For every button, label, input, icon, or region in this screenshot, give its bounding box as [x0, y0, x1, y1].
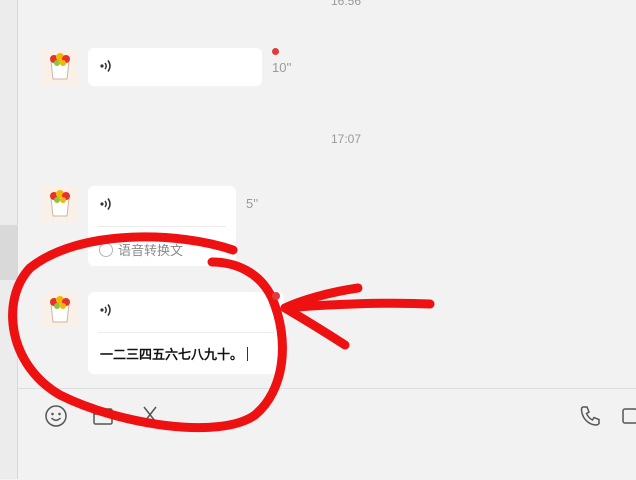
voice-icon [100, 304, 111, 316]
selected-chat-indicator [0, 225, 17, 280]
voice-message-bubble[interactable]: 一二三四五六七八九十。 [88, 292, 284, 374]
video-icon[interactable] [621, 404, 636, 428]
chat-list-strip[interactable] [0, 0, 18, 479]
avatar[interactable] [42, 292, 78, 328]
avatar-illustration [42, 292, 78, 328]
voice-transcript[interactable]: 一二三四五六七八九十。 [100, 344, 249, 363]
voice-icon [100, 60, 111, 72]
converting-icon [99, 243, 113, 257]
text-caret [247, 347, 249, 361]
avatar[interactable] [42, 49, 78, 85]
voice-icon [100, 198, 111, 210]
emoji-icon[interactable] [44, 404, 68, 428]
unread-dot [272, 48, 279, 55]
bubble-divider [98, 332, 274, 333]
voice-duration: 10'' [272, 60, 292, 75]
avatar[interactable] [42, 186, 78, 222]
voice-duration: 5'' [246, 196, 259, 211]
bubble-divider [98, 226, 226, 227]
scissors-icon[interactable] [138, 404, 162, 428]
convert-to-text-status: 语音转换文 [99, 240, 183, 259]
avatar-illustration [42, 186, 78, 222]
voice-message-bubble[interactable] [88, 48, 262, 86]
phone-icon[interactable] [578, 404, 602, 428]
input-toolbar [18, 388, 636, 480]
timestamp: 16:56 [330, 0, 362, 8]
timestamp: 17:07 [330, 132, 362, 146]
chat-area: 16:56 10'' 17:07 语音转换文 5'' 一二三四五六七八九十。 [18, 0, 636, 388]
folder-icon[interactable] [91, 404, 115, 428]
avatar-illustration [42, 49, 78, 85]
voice-message-bubble[interactable]: 语音转换文 [88, 186, 236, 266]
